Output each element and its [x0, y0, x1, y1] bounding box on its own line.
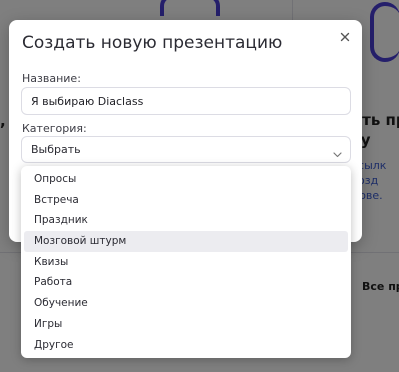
dropdown-option-quizzes[interactable]: Квизы	[24, 252, 348, 273]
category-dropdown: Опросы Встреча Праздник Мозговой штурм К…	[21, 166, 351, 358]
presentation-name-input[interactable]	[21, 87, 351, 115]
close-icon[interactable]	[337, 29, 353, 45]
modal-title: Создать новую презентацию	[22, 33, 283, 53]
dropdown-option-work[interactable]: Работа	[24, 272, 348, 293]
dropdown-option-brainstorm[interactable]: Мозговой штурм	[24, 231, 348, 252]
dropdown-option-other[interactable]: Другое	[24, 335, 348, 356]
dropdown-option-education[interactable]: Обучение	[24, 293, 348, 314]
category-label: Категория:	[22, 122, 87, 135]
dropdown-option-polls[interactable]: Опросы	[24, 169, 348, 190]
chevron-down-icon	[332, 145, 343, 158]
dropdown-option-holiday[interactable]: Праздник	[24, 210, 348, 231]
dropdown-option-meeting[interactable]: Встреча	[24, 190, 348, 211]
category-select[interactable]: Выбрать	[21, 136, 351, 163]
dropdown-option-games[interactable]: Игры	[24, 314, 348, 335]
name-label: Название:	[22, 72, 81, 85]
category-select-value: Выбрать	[31, 143, 81, 156]
